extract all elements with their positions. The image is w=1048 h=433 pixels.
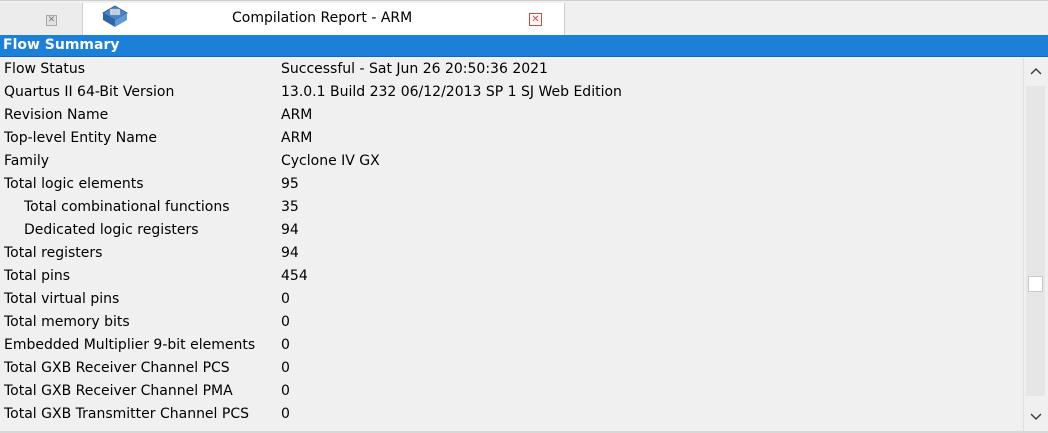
table-row[interactable]: Total virtual pins 0	[0, 288, 1023, 311]
table-row[interactable]: Flow Status Successful - Sat Jun 26 20:5…	[0, 58, 1023, 81]
row-value: 0	[281, 314, 290, 330]
tab-title: Compilation Report - ARM	[232, 10, 413, 26]
tab-compilation-report[interactable]: Compilation Report - ARM ✕	[82, 3, 565, 35]
row-value: 95	[281, 176, 299, 192]
row-value: Cyclone IV GX	[281, 153, 380, 169]
row-value: 0	[281, 291, 290, 307]
tab-strip: ✕ Compilation Report - ARM ✕	[0, 0, 1048, 35]
row-value: 13.0.1 Build 232 06/12/2013 SP 1 SJ Web …	[281, 84, 622, 100]
table-row[interactable]: Total registers 94	[0, 242, 1023, 265]
scroll-track[interactable]	[1026, 86, 1045, 396]
row-value: 0	[281, 383, 290, 399]
row-value: 94	[281, 245, 299, 261]
row-label: Flow Status	[4, 61, 86, 77]
table-row[interactable]: Revision Name ARM	[0, 104, 1023, 127]
table-row[interactable]: Quartus II 64-Bit Version 13.0.1 Build 2…	[0, 81, 1023, 104]
row-label: Family	[4, 153, 50, 169]
table-row[interactable]: Total GXB Receiver Channel PCS 0	[0, 357, 1023, 380]
scroll-thumb[interactable]	[1028, 276, 1043, 292]
row-value: ARM	[281, 130, 313, 146]
tab-inactive[interactable]: ✕	[0, 3, 82, 35]
row-value: 0	[281, 406, 290, 422]
close-icon[interactable]: ✕	[46, 15, 57, 26]
table-row[interactable]: Top-level Entity Name ARM	[0, 127, 1023, 150]
chevron-down-icon[interactable]	[1024, 406, 1048, 428]
table-row[interactable]: Total logic elements 95	[0, 173, 1023, 196]
row-label: Dedicated logic registers	[24, 222, 199, 238]
row-value: 0	[281, 337, 290, 353]
table-row[interactable]: Dedicated logic registers 94	[0, 219, 1023, 242]
row-label: Total GXB Receiver Channel PCS	[4, 360, 230, 376]
section-header: Flow Summary	[0, 35, 1048, 57]
table-row[interactable]: Total combinational functions 35	[0, 196, 1023, 219]
close-icon[interactable]: ✕	[529, 13, 542, 26]
row-label: Top-level Entity Name	[4, 130, 158, 146]
flow-summary-table: Flow Status Successful - Sat Jun 26 20:5…	[0, 58, 1023, 433]
row-label: Total pins	[4, 268, 71, 284]
table-row[interactable]: Total GXB Receiver Channel PMA 0	[0, 380, 1023, 403]
row-value: ARM	[281, 107, 313, 123]
table-row[interactable]: Embedded Multiplier 9-bit elements 0	[0, 334, 1023, 357]
row-value: 454	[281, 268, 308, 284]
vertical-scrollbar[interactable]	[1023, 58, 1048, 433]
row-label: Revision Name	[4, 107, 109, 123]
row-value: 0	[281, 360, 290, 376]
row-value: Successful - Sat Jun 26 20:50:36 2021	[281, 61, 548, 77]
row-value: 35	[281, 199, 299, 215]
table-row[interactable]: Total GXB Transmitter Channel PCS 0	[0, 403, 1023, 426]
row-label: Embedded Multiplier 9-bit elements	[4, 337, 256, 353]
row-label: Total GXB Transmitter Channel PCS	[4, 406, 249, 422]
chevron-up-icon[interactable]	[1024, 60, 1048, 82]
table-row[interactable]: Family Cyclone IV GX	[0, 150, 1023, 173]
row-value: 94	[281, 222, 299, 238]
compilation-report-window: ✕ Compilation Report - ARM ✕ Flow Summar…	[0, 0, 1048, 433]
row-label: Total virtual pins	[4, 291, 120, 307]
row-label: Total logic elements	[4, 176, 144, 192]
report-icon	[102, 5, 128, 27]
row-label: Total combinational functions	[24, 199, 230, 215]
section-title: Flow Summary	[3, 37, 120, 53]
row-label: Total memory bits	[4, 314, 130, 330]
row-label: Total GXB Receiver Channel PMA	[4, 383, 233, 399]
row-label: Quartus II 64-Bit Version	[4, 84, 175, 100]
table-row[interactable]: Total pins 454	[0, 265, 1023, 288]
table-row[interactable]: Total memory bits 0	[0, 311, 1023, 334]
row-label: Total registers	[4, 245, 103, 261]
